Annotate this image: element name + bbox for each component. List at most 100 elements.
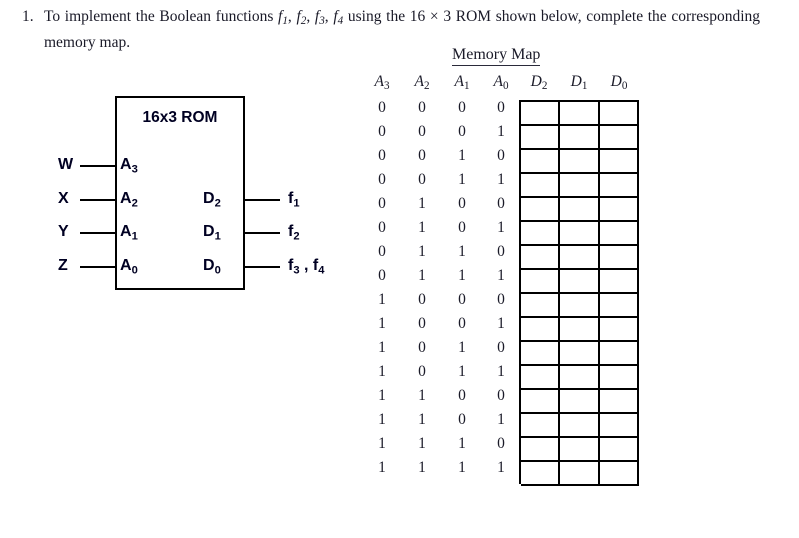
data-grid-cell[interactable] — [599, 150, 639, 174]
data-grid-cell[interactable] — [599, 342, 639, 366]
address-bit-cell: 0 — [378, 99, 386, 116]
data-grid-cell[interactable] — [560, 438, 600, 462]
data-grid-cell[interactable] — [560, 342, 600, 366]
header-cell-a2: A2 — [414, 73, 430, 93]
data-grid-row — [521, 150, 639, 174]
address-bit-cell: 1 — [418, 243, 426, 260]
data-grid-row — [521, 342, 639, 366]
address-bit-cell: 0 — [378, 123, 386, 140]
data-grid-cell[interactable] — [599, 102, 639, 126]
data-grid-cell[interactable] — [521, 198, 561, 222]
data-grid-cell[interactable] — [560, 294, 600, 318]
data-grid-cell[interactable] — [560, 222, 600, 246]
address-bit-cell: 0 — [497, 147, 505, 164]
data-grid-cell[interactable] — [560, 246, 600, 270]
data-grid-cell[interactable] — [521, 462, 561, 486]
address-bit-cell: 1 — [418, 219, 426, 236]
address-bit-cell: 0 — [378, 147, 386, 164]
memory-map-header-row: A3 A2 A1 A0 D2 D1 D0 — [370, 73, 670, 95]
data-grid-cell[interactable] — [521, 102, 561, 126]
address-bit-cell: 0 — [458, 387, 466, 404]
data-grid-cell[interactable] — [521, 126, 561, 150]
address-bit-cell: 0 — [418, 363, 426, 380]
data-grid-cell[interactable] — [521, 222, 561, 246]
data-grid-cell[interactable] — [599, 438, 639, 462]
wire-y-to-a1 — [80, 232, 115, 234]
data-grid-cell[interactable] — [560, 390, 600, 414]
address-bit-cell: 0 — [458, 411, 466, 428]
header-cell-d2: D2 — [530, 73, 548, 93]
data-grid-cell[interactable] — [560, 102, 600, 126]
data-grid-row — [521, 222, 639, 246]
address-bit-cell: 0 — [418, 339, 426, 356]
data-grid-cell[interactable] — [599, 222, 639, 246]
data-grid-cell[interactable] — [560, 270, 600, 294]
data-grid-cell[interactable] — [521, 270, 561, 294]
address-bit-cell: 1 — [418, 267, 426, 284]
data-grid-cell[interactable] — [599, 126, 639, 150]
data-grid-row — [521, 270, 639, 294]
data-grid-cell[interactable] — [599, 414, 639, 438]
address-bit-cell: 0 — [458, 291, 466, 308]
header-cell-a0: A0 — [493, 73, 509, 93]
data-grid-row — [521, 294, 639, 318]
data-grid-cell[interactable] — [599, 270, 639, 294]
data-grid-cell[interactable] — [560, 414, 600, 438]
data-grid-row — [521, 126, 639, 150]
address-bit-cell: 1 — [458, 267, 466, 284]
rom-block-diagram: 16x3 ROM W X Y Z A3 A2 A1 A0 D2 D1 D0 f1… — [0, 0, 360, 320]
address-bit-cell: 0 — [418, 315, 426, 332]
address-bit-cell: 1 — [458, 435, 466, 452]
data-grid-cell[interactable] — [599, 318, 639, 342]
data-grid-cell[interactable] — [599, 462, 639, 486]
data-grid-cell[interactable] — [599, 390, 639, 414]
data-grid-cell[interactable] — [560, 174, 600, 198]
wire-z-to-a0 — [80, 266, 115, 268]
data-grid-cell[interactable] — [599, 366, 639, 390]
address-bit-cell: 0 — [378, 243, 386, 260]
header-cell-d1: D1 — [570, 73, 588, 93]
data-grid-cell[interactable] — [521, 438, 561, 462]
pin-label-a3: A3 — [120, 156, 138, 176]
address-bit-cell: 1 — [497, 171, 505, 188]
data-grid-cell[interactable] — [560, 126, 600, 150]
data-grid-cell[interactable] — [560, 318, 600, 342]
address-bit-cell: 1 — [497, 123, 505, 140]
address-bit-cell: 0 — [378, 219, 386, 236]
data-grid-cell[interactable] — [521, 390, 561, 414]
data-grid-cell[interactable] — [599, 198, 639, 222]
address-bit-cell: 1 — [458, 171, 466, 188]
data-grid-row — [521, 198, 639, 222]
data-grid-cell[interactable] — [521, 318, 561, 342]
data-grid-cell[interactable] — [599, 294, 639, 318]
data-grid-cell[interactable] — [521, 246, 561, 270]
data-grid-row — [521, 366, 639, 390]
data-grid-row — [521, 438, 639, 462]
address-bit-cell: 1 — [458, 363, 466, 380]
data-grid-cell[interactable] — [521, 174, 561, 198]
data-grid-cell[interactable] — [521, 342, 561, 366]
address-bit-cell: 0 — [418, 147, 426, 164]
address-bit-cell: 0 — [458, 315, 466, 332]
wire-x-to-a2 — [80, 199, 115, 201]
address-bit-cell: 1 — [458, 147, 466, 164]
data-grid-cell[interactable] — [521, 414, 561, 438]
data-grid-cell[interactable] — [560, 366, 600, 390]
data-grid-cell[interactable] — [599, 246, 639, 270]
address-bit-cell: 0 — [378, 267, 386, 284]
data-grid-cell[interactable] — [560, 150, 600, 174]
address-bit-cell: 1 — [497, 411, 505, 428]
data-grid-cell[interactable] — [560, 462, 600, 486]
pin-label-a0: A0 — [120, 257, 138, 277]
input-label-x: X — [58, 190, 69, 207]
wire-d2-to-f1 — [245, 199, 280, 201]
pin-label-d2: D2 — [203, 190, 221, 210]
data-grid-cell[interactable] — [560, 198, 600, 222]
data-grid-cell[interactable] — [599, 174, 639, 198]
data-grid-cell[interactable] — [521, 366, 561, 390]
data-grid-cell[interactable] — [521, 294, 561, 318]
data-grid-cell[interactable] — [521, 150, 561, 174]
header-cell-d0: D0 — [610, 73, 628, 93]
address-bit-cell: 0 — [418, 99, 426, 116]
address-bit-cell: 0 — [378, 171, 386, 188]
